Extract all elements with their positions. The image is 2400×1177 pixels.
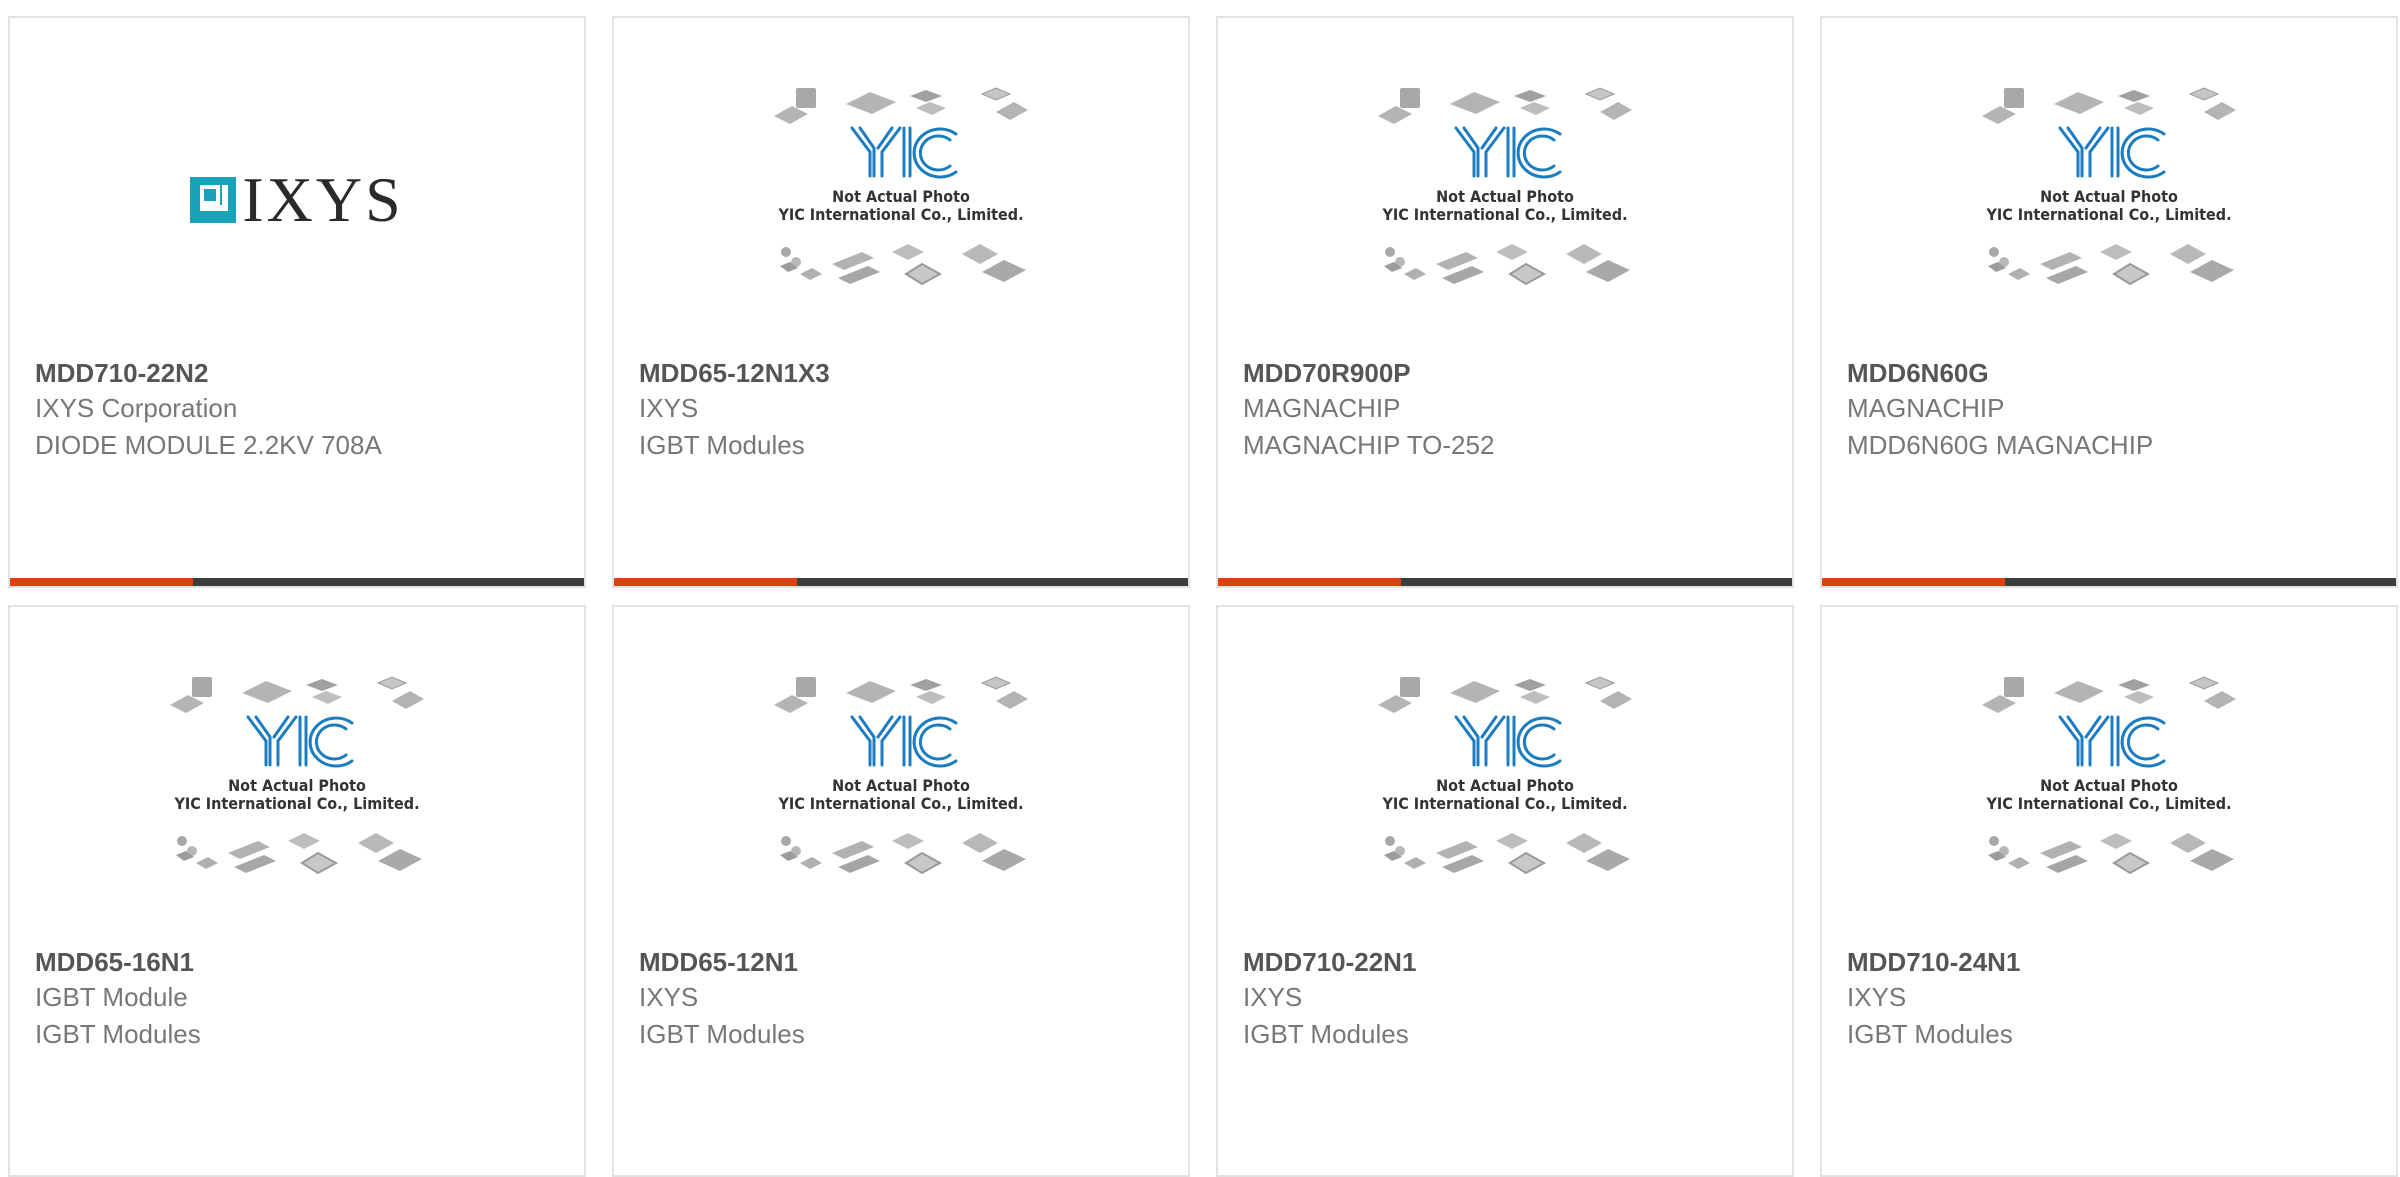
placeholder-caption-line1: Not Actual Photo: [2040, 776, 2178, 795]
product-image[interactable]: Not Actual Photo YIC International Co., L…: [10, 607, 584, 947]
placeholder-caption-line2: YIC International Co., Limited.: [1381, 205, 1627, 224]
ixys-logo: IXYS: [190, 168, 403, 232]
placeholder-caption-line1: Not Actual Photo: [2040, 187, 2178, 206]
yic-placeholder-image: Not Actual PhotoYIC International Co., L…: [774, 676, 1028, 875]
product-card[interactable]: Not Actual Photo YIC International Co., L…: [612, 16, 1190, 588]
placeholder-caption-line2: YIC International Co., Limited.: [173, 794, 419, 813]
product-image[interactable]: Not Actual Photo YIC International Co., L…: [614, 607, 1188, 947]
placeholder-caption-line1: Not Actual Photo: [832, 187, 970, 206]
yic-placeholder-image: Not Actual PhotoYIC International Co., L…: [1982, 676, 2236, 875]
yic-placeholder-image: Not Actual PhotoYIC International Co., L…: [170, 676, 424, 875]
card-footer-bar: [1822, 578, 2396, 586]
yic-placeholder-image: Not Actual PhotoYIC International Co., L…: [774, 87, 1028, 286]
placeholder-caption-line2: YIC International Co., Limited.: [1985, 205, 2231, 224]
part-number-link[interactable]: MDD710-22N2: [35, 356, 564, 390]
product-card[interactable]: IXYS MDD710-22N2 IXYS Corporation DIODE …: [8, 16, 586, 588]
manufacturer: IXYS: [639, 982, 699, 1012]
placeholder-caption-line2: YIC International Co., Limited.: [777, 205, 1023, 224]
yic-placeholder-image: Not Actual PhotoYIC International Co., L…: [1378, 676, 1632, 875]
placeholder-caption-line1: Not Actual Photo: [832, 776, 970, 795]
description: IGBT Modules: [639, 430, 805, 460]
part-number-link[interactable]: MDD65-12N1: [639, 945, 1168, 979]
part-number-link[interactable]: MDD710-22N1: [1243, 945, 1772, 979]
product-card[interactable]: Not Actual Photo YIC International Co., L…: [612, 605, 1190, 1177]
part-number-link[interactable]: MDD6N60G: [1847, 356, 2376, 390]
description: IGBT Modules: [639, 1019, 805, 1049]
card-footer-bar: [1218, 578, 1792, 586]
product-card[interactable]: Not Actual Photo YIC International Co., L…: [1820, 16, 2398, 588]
manufacturer: MAGNACHIP: [1243, 393, 1401, 423]
placeholder-caption-line2: YIC International Co., Limited.: [1985, 794, 2231, 813]
part-number-link[interactable]: MDD65-16N1: [35, 945, 564, 979]
manufacturer: IXYS: [1847, 982, 1907, 1012]
product-image[interactable]: Not Actual Photo YIC International Co., L…: [1822, 18, 2396, 358]
product-grid: IXYS MDD710-22N2 IXYS Corporation DIODE …: [0, 0, 2400, 1177]
product-card[interactable]: Not Actual Photo YIC International Co., L…: [1820, 605, 2398, 1177]
part-number-link[interactable]: MDD70R900P: [1243, 356, 1772, 390]
manufacturer: IXYS Corporation: [35, 393, 238, 423]
manufacturer: IXYS: [639, 393, 699, 423]
placeholder-caption-line1: Not Actual Photo: [1436, 187, 1574, 206]
description: MDD6N60G MAGNACHIP: [1847, 430, 2154, 460]
product-image[interactable]: Not Actual Photo YIC International Co., L…: [614, 18, 1188, 358]
part-number-link[interactable]: MDD710-24N1: [1847, 945, 2376, 979]
yic-placeholder-image: Not Actual PhotoYIC International Co., L…: [1982, 87, 2236, 286]
placeholder-caption-line1: Not Actual Photo: [1436, 776, 1574, 795]
placeholder-caption-line1: Not Actual Photo: [228, 776, 366, 795]
placeholder-caption-line2: YIC International Co., Limited.: [777, 794, 1023, 813]
manufacturer: MAGNACHIP: [1847, 393, 2005, 423]
manufacturer: IGBT Module: [35, 982, 188, 1012]
manufacturer: IXYS: [1243, 982, 1303, 1012]
yic-placeholder-image: Not Actual PhotoYIC International Co., L…: [1378, 87, 1632, 286]
ixys-mark-icon: [190, 177, 237, 223]
placeholder-caption-line2: YIC International Co., Limited.: [1381, 794, 1627, 813]
description: IGBT Modules: [1847, 1019, 2013, 1049]
product-image[interactable]: Not Actual Photo YIC International Co., L…: [1218, 607, 1792, 947]
description: IGBT Modules: [35, 1019, 201, 1049]
ixys-logo-text: IXYS: [242, 164, 404, 235]
product-image[interactable]: IXYS: [10, 18, 584, 358]
product-card[interactable]: Not Actual Photo YIC International Co., L…: [1216, 16, 1794, 588]
product-card[interactable]: Not Actual Photo YIC International Co., L…: [8, 605, 586, 1177]
description: MAGNACHIP TO-252: [1243, 430, 1495, 460]
product-image[interactable]: Not Actual Photo YIC International Co., L…: [1218, 18, 1792, 358]
card-footer-bar: [614, 578, 1188, 586]
description: IGBT Modules: [1243, 1019, 1409, 1049]
product-card[interactable]: Not Actual Photo YIC International Co., L…: [1216, 605, 1794, 1177]
product-image[interactable]: Not Actual Photo YIC International Co., L…: [1822, 607, 2396, 947]
description: DIODE MODULE 2.2KV 708A: [35, 430, 382, 460]
card-footer-bar: [10, 578, 584, 586]
part-number-link[interactable]: MDD65-12N1X3: [639, 356, 1168, 390]
